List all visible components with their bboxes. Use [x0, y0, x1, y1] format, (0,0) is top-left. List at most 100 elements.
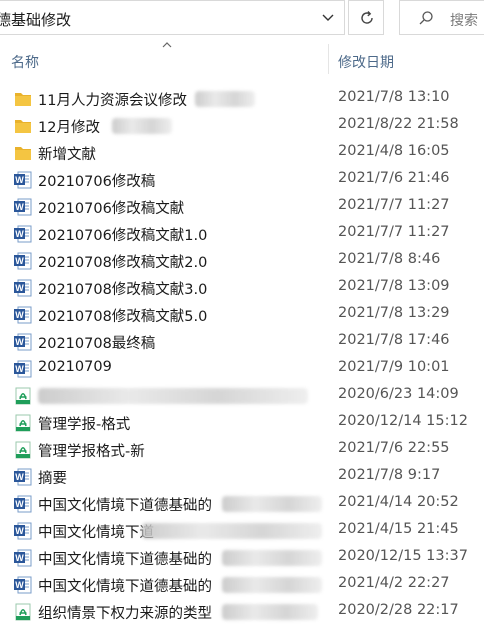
chevron-down-icon[interactable] [320, 11, 336, 25]
file-row[interactable]: 12月修改 2021/8/22 21:58 [0, 112, 484, 139]
svg-text:W: W [15, 175, 24, 185]
file-name: 摘要 [38, 471, 67, 487]
file-modified-date: 2021/7/8 13:29 [338, 305, 450, 321]
file-modified-date: 2020/12/15 13:37 [338, 548, 468, 564]
file-modified-date: 2020/2/28 22:17 [338, 602, 459, 618]
file-name: 20210706修改稿文献1.0 [38, 228, 208, 244]
file-row[interactable]: W 20210706修改稿文献1.0 2021/7/7 11:27 [0, 220, 484, 247]
file-name: 20210706修改稿 [38, 174, 156, 190]
folder-icon [13, 89, 33, 109]
pdf-document-icon [13, 386, 33, 406]
file-name: 中国文化情境下道德基础的 [38, 498, 212, 514]
file-modified-date: 2021/7/9 10:01 [338, 359, 450, 375]
word-document-icon: W [13, 467, 33, 487]
refresh-icon [361, 11, 373, 24]
file-row[interactable]: 管理学报-格式 2020/12/14 15:12 [0, 409, 484, 436]
word-document-icon: W [13, 197, 33, 217]
word-document-icon: W [13, 251, 33, 271]
svg-text:W: W [15, 202, 24, 212]
svg-text:W: W [15, 256, 24, 266]
search-placeholder[interactable]: 搜索 [450, 10, 478, 30]
folder-icon [13, 143, 33, 163]
redacted-text [222, 550, 322, 566]
file-modified-date: 2021/4/8 16:05 [338, 143, 450, 159]
file-modified-date: 2021/8/22 21:58 [338, 116, 459, 132]
redacted-text [195, 91, 255, 107]
svg-text:W: W [15, 337, 24, 347]
file-row[interactable]: W 中国文化情境下道 2021/4/15 21:45 [0, 517, 484, 544]
file-row[interactable]: W 20210709 2021/7/9 10:01 [0, 355, 484, 382]
pdf-document-icon [13, 413, 33, 433]
file-row[interactable]: 新增文献 2021/4/8 16:05 [0, 139, 484, 166]
file-modified-date: 2021/7/7 11:27 [338, 197, 450, 213]
pdf-document-icon [13, 602, 33, 622]
file-modified-date: 2021/7/8 17:46 [338, 332, 450, 348]
search-icon [419, 11, 433, 25]
word-document-icon: W [13, 305, 33, 325]
column-header-name[interactable]: 名称 [11, 52, 39, 72]
file-name: 中国文化情境下道 [38, 525, 154, 541]
svg-text:W: W [15, 364, 24, 374]
file-modified-date: 2021/4/14 20:52 [338, 494, 459, 510]
svg-text:W: W [15, 310, 24, 320]
file-name: 20210708修改稿文献3.0 [38, 282, 208, 298]
file-name: 组织情景下权力来源的类型 [38, 606, 212, 622]
file-row[interactable]: W 20210708修改稿文献5.0 2021/7/8 13:29 [0, 301, 484, 328]
redacted-text [38, 388, 308, 404]
file-row[interactable]: W 中国文化情境下道德基础的 2020/12/15 13:37 [0, 544, 484, 571]
file-name: 20210708修改稿文献5.0 [38, 309, 208, 325]
refresh-button[interactable] [348, 0, 384, 35]
file-modified-date: 2021/7/8 9:17 [338, 467, 441, 483]
word-document-icon: W [13, 575, 33, 595]
column-header-date[interactable]: 修改日期 [338, 52, 394, 72]
word-document-icon: W [13, 224, 33, 244]
file-row[interactable]: W 20210708修改稿文献3.0 2021/7/8 13:09 [0, 274, 484, 301]
file-row[interactable]: 管理学报格式-新 2021/7/6 22:55 [0, 436, 484, 463]
file-modified-date: 2021/7/7 11:27 [338, 224, 450, 240]
file-row[interactable]: W 20210706修改稿 2021/7/6 21:46 [0, 166, 484, 193]
file-row[interactable]: W 中国文化情境下道德基础的 2021/4/14 20:52 [0, 490, 484, 517]
file-name: 12月修改 [38, 120, 100, 136]
file-row[interactable]: 11月人力资源会议修改 2021/7/8 13:10 [0, 85, 484, 112]
word-document-icon: W [13, 359, 33, 379]
file-row[interactable]: 2020/6/23 14:09 [0, 382, 484, 409]
file-row[interactable]: W 20210708最终稿 2021/7/8 17:46 [0, 328, 484, 355]
folder-icon [13, 116, 33, 136]
redacted-text [222, 496, 322, 512]
file-name: 20210708修改稿文献2.0 [38, 255, 208, 271]
file-modified-date: 2020/6/23 14:09 [338, 386, 459, 402]
svg-text:W: W [15, 526, 24, 536]
file-modified-date: 2021/4/15 21:45 [338, 521, 459, 537]
word-document-icon: W [13, 170, 33, 190]
search-box[interactable]: 搜索 [399, 0, 484, 35]
file-modified-date: 2021/4/2 22:27 [338, 575, 450, 591]
address-bar[interactable]: 德基础修改 [0, 0, 345, 35]
file-row[interactable]: W 20210708修改稿文献2.0 2021/7/8 8:46 [0, 247, 484, 274]
file-modified-date: 2021/7/6 21:46 [338, 170, 450, 186]
file-name: 中国文化情境下道德基础的 [38, 579, 212, 595]
word-document-icon: W [13, 521, 33, 541]
svg-text:W: W [15, 553, 24, 563]
svg-text:W: W [15, 283, 24, 293]
word-document-icon: W [13, 332, 33, 352]
redacted-text [222, 604, 318, 620]
svg-text:W: W [15, 499, 24, 509]
address-path[interactable]: 德基础修改 [0, 9, 71, 30]
pdf-document-icon [13, 440, 33, 460]
sort-ascending-icon [162, 42, 172, 48]
file-name: 新增文献 [38, 147, 96, 163]
file-modified-date: 2021/7/8 13:10 [338, 89, 450, 105]
svg-text:W: W [15, 472, 24, 482]
file-name: 11月人力资源会议修改 [38, 93, 187, 109]
file-row[interactable]: W 摘要 2021/7/8 9:17 [0, 463, 484, 490]
file-name: 20210709 [38, 359, 112, 375]
file-modified-date: 2021/7/8 13:09 [338, 278, 450, 294]
column-divider[interactable] [328, 44, 329, 74]
word-document-icon: W [13, 278, 33, 298]
redacted-text [112, 118, 172, 134]
word-document-icon: W [13, 548, 33, 568]
file-row[interactable]: W 20210706修改稿文献 2021/7/7 11:27 [0, 193, 484, 220]
file-modified-date: 2021/7/8 8:46 [338, 251, 441, 267]
file-row[interactable]: 组织情景下权力来源的类型 2020/2/28 22:17 [0, 598, 484, 625]
file-row[interactable]: W 中国文化情境下道德基础的 2021/4/2 22:27 [0, 571, 484, 598]
